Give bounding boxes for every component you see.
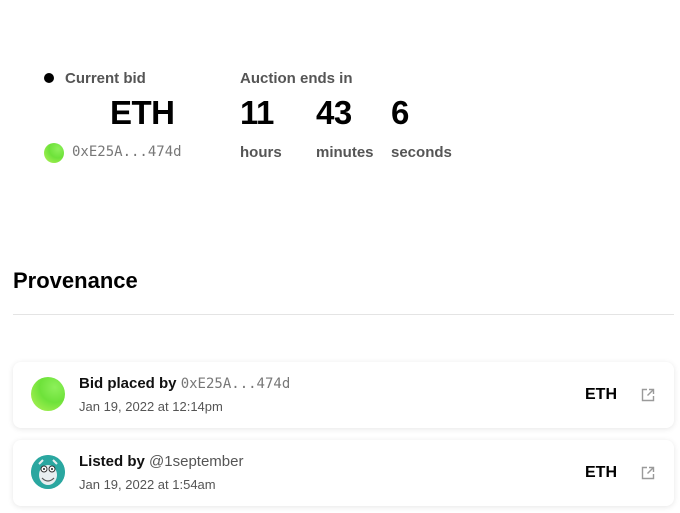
bidder-address[interactable]: 0xE25A...474d	[72, 144, 182, 160]
event-amount: ETH	[585, 386, 617, 403]
current-bid-currency: ETH	[110, 94, 175, 131]
countdown-seconds-unit: seconds	[391, 144, 452, 161]
countdown-seconds-value: 6	[391, 94, 409, 131]
event-prefix: Listed by	[79, 453, 145, 470]
provenance-item-title: Listed by @1september	[79, 453, 243, 470]
countdown-minutes-unit: minutes	[316, 144, 374, 161]
event-date: Jan 19, 2022 at 12:14pm	[79, 399, 223, 414]
external-link-icon[interactable]	[640, 465, 656, 486]
provenance-item: Listed by @1september Jan 19, 2022 at 1:…	[13, 440, 674, 506]
event-prefix: Bid placed by	[79, 375, 177, 392]
bidder-avatar[interactable]	[44, 143, 64, 163]
auction-ends-label: Auction ends in	[240, 70, 353, 87]
countdown-minutes-value: 43	[316, 94, 352, 131]
event-date: Jan 19, 2022 at 1:54am	[79, 477, 216, 492]
provenance-title: Provenance	[13, 268, 138, 293]
provenance-item-title: Bid placed by 0xE25A...474d	[79, 375, 290, 392]
countdown-hours-value: 11	[240, 94, 274, 131]
current-bid-label: Current bid	[65, 70, 146, 87]
event-amount: ETH	[585, 464, 617, 481]
section-divider	[13, 314, 674, 315]
artist-avatar[interactable]	[31, 455, 65, 489]
actor-address[interactable]: 0xE25A...474d	[181, 376, 291, 392]
external-link-icon[interactable]	[640, 387, 656, 408]
actor-handle[interactable]: @1september	[149, 453, 243, 470]
provenance-item: Bid placed by 0xE25A...474d Jan 19, 2022…	[13, 362, 674, 428]
live-indicator-dot	[44, 73, 54, 83]
gradient-avatar[interactable]	[31, 377, 65, 411]
countdown-hours-unit: hours	[240, 144, 282, 161]
